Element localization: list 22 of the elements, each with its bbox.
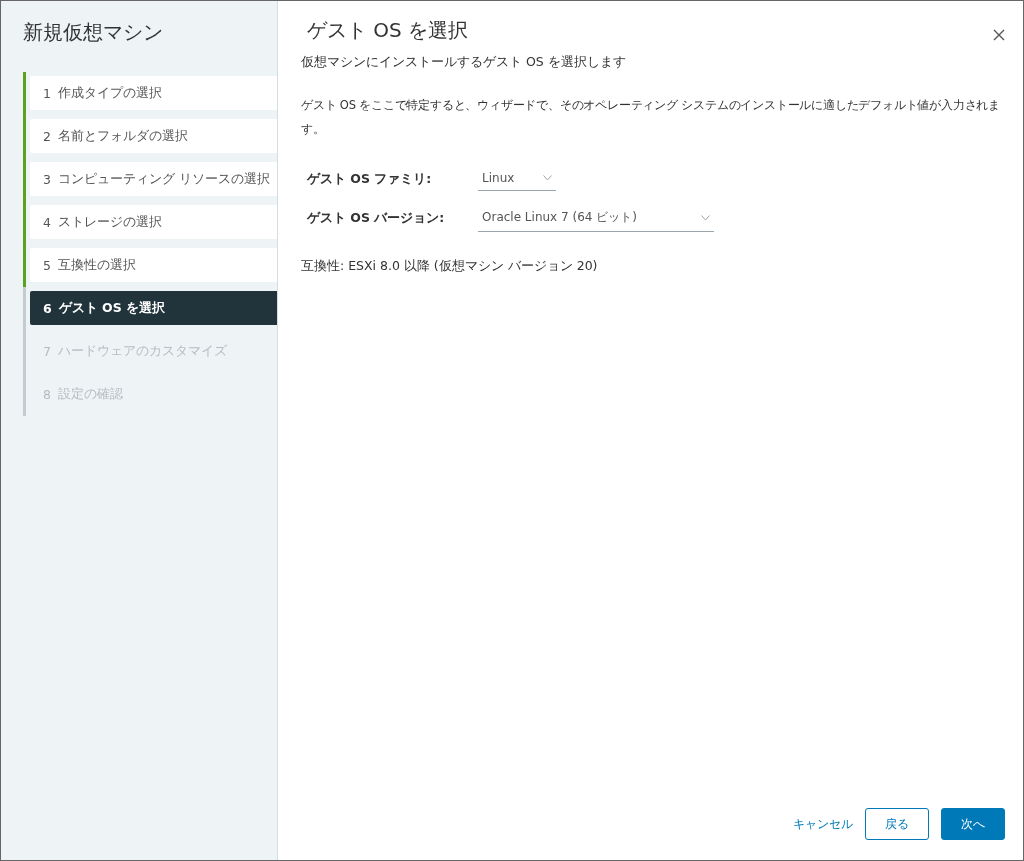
wizard-step[interactable]: 5 互換性の選択 — [30, 248, 277, 282]
wizard-step[interactable]: 4 ストレージの選択 — [30, 205, 277, 239]
dropdown-select[interactable]: Oracle Linux 7 (64 ビット) — [478, 205, 714, 232]
page-description: ゲスト OS をここで特定すると、ウィザードで、そのオペレーティング システムのインストールに適したデフォルト値が入力されます。 — [301, 97, 1001, 138]
next-button[interactable]: 次へ — [941, 808, 1005, 840]
chevron-down-icon — [701, 214, 710, 221]
wizard-step[interactable]: 2 名前とフォルダの選択 — [30, 119, 277, 153]
back-button[interactable]: 戻る — [865, 808, 929, 840]
chevron-down-icon — [543, 175, 552, 181]
wizard-step[interactable]: 1 作成タイプの選択 — [30, 76, 277, 110]
close-icon — [993, 29, 1005, 41]
page-subtitle: 仮想マシンにインストールするゲスト OS を選択します — [301, 54, 627, 71]
wizard-step[interactable]: 6 ゲスト OS を選択 — [30, 291, 277, 325]
wizard-step[interactable]: 3 コンピューティング リソースの選択 — [30, 162, 277, 196]
page-title: ゲスト OS を選択 — [306, 17, 469, 44]
compatibility-text: 互換性: ESXi 8.0 以降 (仮想マシン バージョン 20) — [301, 258, 599, 275]
field-label: ゲスト OS バージョン: — [307, 210, 446, 227]
cancel-button[interactable]: キャンセル — [793, 815, 853, 833]
field-label: ゲスト OS ファミリ: — [307, 170, 433, 188]
close-button[interactable] — [993, 29, 1005, 41]
dropdown-select[interactable]: Linux — [478, 167, 556, 191]
wizard-title: 新規仮想マシン — [23, 19, 164, 46]
